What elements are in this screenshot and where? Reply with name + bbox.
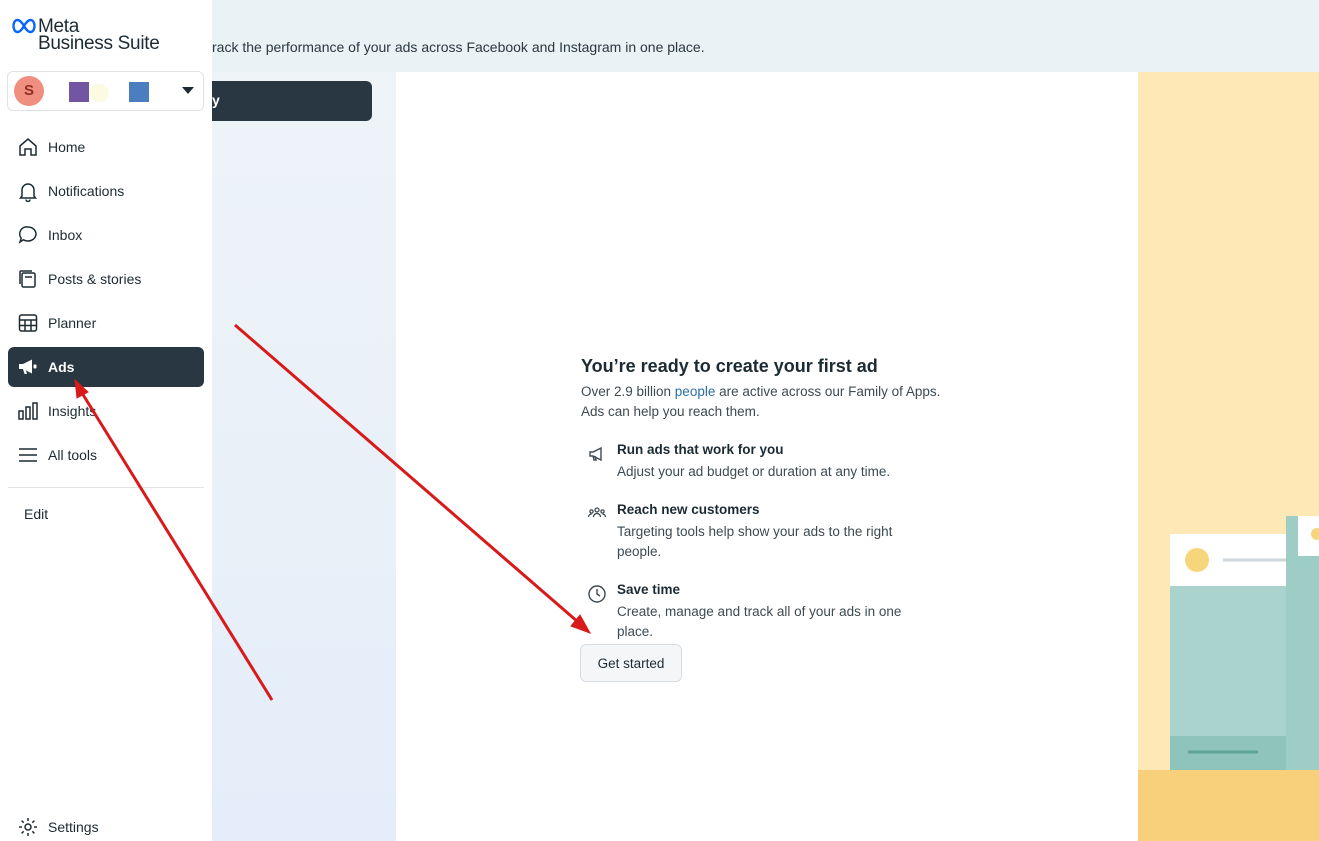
sidebar: Meta Business Suite S Home Notifications… <box>0 0 212 841</box>
account-switcher[interactable]: S <box>7 71 204 111</box>
menu-icon <box>17 444 39 466</box>
megaphone-icon <box>17 356 39 378</box>
posts-icon <box>17 268 39 290</box>
header-action-button[interactable]: y <box>212 81 372 121</box>
get-started-button[interactable]: Get started <box>580 644 682 682</box>
ads-illustration <box>1138 72 1319 841</box>
intro-line2: Ads can help you reach them. <box>581 404 760 419</box>
card-title: You’re ready to create your first ad <box>581 356 878 376</box>
sidebar-item-label: Settings <box>48 819 99 835</box>
sidebar-item-posts-stories[interactable]: Posts & stories <box>8 259 204 299</box>
sidebar-item-insights[interactable]: Insights <box>8 391 204 431</box>
card-intro: Over 2.9 billion people are active acros… <box>581 382 961 422</box>
sidebar-item-label: Planner <box>48 315 97 331</box>
ads-onboarding-card: You’re ready to create your first ad Ove… <box>396 72 1138 841</box>
logo-line2: Business Suite <box>38 33 160 54</box>
feature-title: Save time <box>617 582 681 597</box>
feature-desc: Create, manage and track all of your ads… <box>617 604 902 639</box>
feature-desc: Adjust your ad budget or duration at any… <box>617 464 891 479</box>
content-left-panel <box>212 72 396 841</box>
feature-desc: Targeting tools help show your ads to th… <box>617 524 893 559</box>
sidebar-item-all-tools[interactable]: All tools <box>8 435 204 475</box>
page-avatar-2 <box>129 82 149 102</box>
sidebar-item-inbox[interactable]: Inbox <box>8 215 204 255</box>
avatar: S <box>14 76 44 106</box>
sidebar-item-home[interactable]: Home <box>8 127 204 167</box>
clock-icon <box>587 584 607 604</box>
home-icon <box>17 136 39 158</box>
people-icon <box>587 504 607 524</box>
caret-down-icon[interactable] <box>182 87 194 94</box>
feature-title: Reach new customers <box>617 502 760 517</box>
sidebar-item-label: Ads <box>48 359 75 375</box>
feature-title: Run ads that work for you <box>617 442 784 457</box>
sidebar-item-label: All tools <box>48 447 98 463</box>
sidebar-item-settings[interactable]: Settings <box>8 807 204 841</box>
gear-icon <box>17 816 39 838</box>
sidebar-item-label: Notifications <box>48 183 125 199</box>
megaphone-icon <box>587 444 607 464</box>
sidebar-item-label: Posts & stories <box>48 271 142 287</box>
bell-icon <box>17 180 39 203</box>
intro-text: Over 2.9 billion <box>581 384 675 399</box>
edit-link[interactable]: Edit <box>24 506 48 522</box>
sidebar-item-ads[interactable]: Ads <box>8 347 204 387</box>
page-avatar-1 <box>69 82 89 102</box>
sidebar-item-label: Insights <box>48 403 97 419</box>
sidebar-item-planner[interactable]: Planner <box>8 303 204 343</box>
bar-chart-icon <box>17 400 39 422</box>
calendar-grid-icon <box>17 312 39 334</box>
chat-bubble-icon <box>17 224 39 246</box>
page-subtitle: rack the performance of your ads across … <box>212 39 705 55</box>
phone-mockup-illustration <box>1138 516 1319 841</box>
page-avatar-1b <box>89 84 109 102</box>
sidebar-item-notifications[interactable]: Notifications <box>8 171 204 211</box>
intro-text-after: are active across our Family of Apps. <box>715 384 941 399</box>
people-link[interactable]: people <box>675 384 716 399</box>
sidebar-item-label: Home <box>48 139 86 155</box>
sidebar-divider <box>8 487 204 488</box>
meta-infinity-icon <box>12 18 36 39</box>
sidebar-item-label: Inbox <box>48 227 83 243</box>
